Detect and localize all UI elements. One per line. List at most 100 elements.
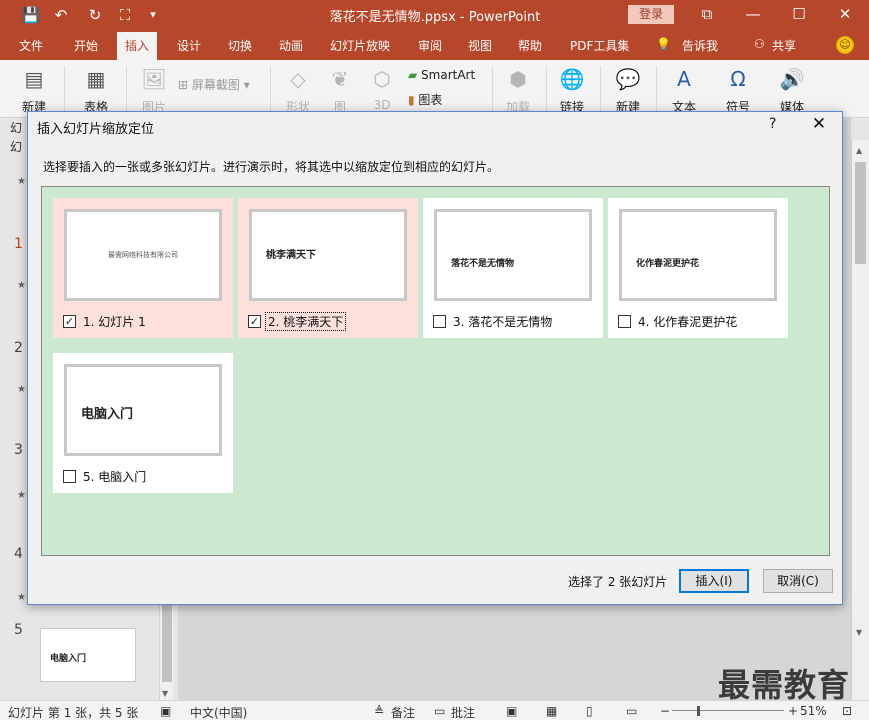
tab-transitions[interactable]: 切换: [228, 37, 252, 54]
tab-review[interactable]: 审阅: [418, 37, 442, 54]
ribbon-separator: [64, 66, 65, 114]
slide-card-1[interactable]: 最需网络科技有限公司 ✓ 1. 幻灯片 1: [53, 198, 233, 338]
save-icon[interactable]: 💾: [20, 5, 42, 25]
tab-view[interactable]: 视图: [468, 37, 492, 54]
table-button[interactable]: ▦ 表格: [76, 66, 116, 115]
scroll-down-icon[interactable]: ▼: [162, 689, 168, 698]
feedback-smiley-icon[interactable]: ☺: [836, 36, 854, 54]
slide-number-4[interactable]: 4: [14, 546, 23, 562]
chart-button[interactable]: ▮ 图表: [408, 91, 442, 108]
tab-file[interactable]: 文件: [19, 37, 43, 54]
present-icon[interactable]: ⛶: [114, 5, 136, 25]
close-window-button[interactable]: ✕: [830, 3, 860, 25]
3d-models-button[interactable]: ⬡ 3D: [362, 66, 402, 112]
tab-help[interactable]: 帮助: [518, 37, 542, 54]
slide-label: 1. 幻灯片 1: [83, 315, 146, 329]
ribbon-separator: [656, 66, 657, 114]
zoom-slider-thumb[interactable]: [697, 706, 700, 716]
media-button[interactable]: 🔊 媒体: [772, 66, 812, 115]
slide-number-5[interactable]: 5: [14, 622, 23, 638]
share-button[interactable]: 共享: [772, 37, 796, 54]
customize-icon[interactable]: ▾: [142, 5, 164, 25]
slide-preview-text: 电脑入门: [81, 407, 134, 422]
slide-preview-text: 落花不是无情物: [451, 259, 515, 269]
slide-checkbox[interactable]: [433, 315, 446, 328]
scroll-down-icon[interactable]: ▼: [856, 628, 862, 637]
zoom-out-icon[interactable]: −: [660, 704, 670, 718]
scrollbar-thumb[interactable]: [855, 162, 866, 264]
chart-label: 图表: [418, 93, 443, 107]
window-title: 落花不是无情物.ppsx - PowerPoint: [329, 10, 541, 25]
ribbon-separator: [600, 66, 601, 114]
language-indicator[interactable]: 中文(中国): [190, 704, 247, 720]
scroll-up-icon[interactable]: ▲: [856, 146, 862, 155]
table-icon: ▦: [86, 67, 106, 91]
symbols-button[interactable]: Ω 符号: [718, 66, 758, 115]
smartart-icon: ▰: [408, 68, 422, 82]
tab-pdf-tools[interactable]: PDF工具集: [570, 37, 629, 54]
tab-home[interactable]: 开始: [74, 37, 98, 54]
tab-insert[interactable]: 插入: [117, 32, 158, 60]
slide-checkbox[interactable]: [618, 315, 631, 328]
slide-checkbox[interactable]: ✓: [63, 315, 76, 328]
picture-icon: 🖼: [141, 67, 167, 91]
title-bar: 💾 ↶ ↻ ⛶ ▾ 落花不是无情物.ppsx - PowerPoint 登录 ⧉…: [0, 0, 869, 30]
help-button[interactable]: ?: [769, 116, 776, 132]
comments-button[interactable]: 批注: [451, 704, 475, 720]
links-button[interactable]: 🌐 链接: [552, 66, 592, 115]
tab-design[interactable]: 设计: [177, 37, 201, 54]
slide-card-2[interactable]: 桃李满天下 ✓ 2. 桃李满天下: [238, 198, 418, 338]
insert-button[interactable]: 插入(I): [679, 569, 749, 593]
fit-to-window-icon[interactable]: ⊡: [842, 704, 852, 718]
slide-thumbnail-5[interactable]: 电脑入门: [40, 628, 136, 682]
picture-button[interactable]: 🖼 图片: [134, 66, 174, 115]
text-button[interactable]: A 文本: [664, 66, 704, 115]
cancel-button[interactable]: 取消(C): [763, 569, 833, 593]
addins-button[interactable]: ⬢ 加载: [498, 66, 538, 115]
shapes-button[interactable]: ◇ 形状: [278, 66, 318, 115]
tell-me-search[interactable]: 告诉我: [682, 37, 718, 54]
new-slide-button[interactable]: ▤ 新建: [14, 66, 54, 115]
pane-label: 幻: [10, 121, 23, 135]
status-bar: 幻灯片 第 1 张，共 5 张 ▣ 中文(中国) ≜ 备注 ▭ 批注 ▣ ▦ ▯…: [0, 700, 869, 720]
slide-card-3[interactable]: 落花不是无情物 3. 落花不是无情物: [423, 198, 603, 338]
slide-number-2[interactable]: 2: [14, 340, 23, 356]
redo-icon[interactable]: ↻: [84, 5, 106, 25]
main-scrollbar[interactable]: ▲ ▼: [851, 140, 869, 700]
slide-card-5[interactable]: 电脑入门 5. 电脑入门: [53, 353, 233, 493]
icons-icon: ❦: [331, 67, 349, 91]
slide-number-1[interactable]: 1: [14, 236, 23, 252]
dialog-title: 插入幻灯片缩放定位: [37, 122, 155, 137]
slide-checkbox[interactable]: [63, 470, 76, 483]
slideshow-view-icon[interactable]: ▭: [626, 704, 637, 718]
reading-view-icon[interactable]: ▯: [586, 704, 593, 718]
slide-card-4[interactable]: 化作春泥更护花 4. 化作春泥更护花: [608, 198, 788, 338]
undo-icon[interactable]: ↶: [50, 5, 72, 25]
maximize-button[interactable]: ☐: [784, 3, 814, 25]
slide-preview: 电脑入门: [64, 364, 222, 456]
slide-number-3[interactable]: 3: [14, 442, 23, 458]
tab-animations[interactable]: 动画: [279, 37, 303, 54]
login-button[interactable]: 登录: [628, 5, 674, 24]
spellcheck-icon[interactable]: ▣: [160, 704, 171, 718]
zoom-in-icon[interactable]: +: [788, 704, 798, 718]
ribbon-display-icon[interactable]: ⧉: [692, 3, 722, 25]
smartart-button[interactable]: ▰ SmartArt: [408, 68, 475, 82]
notes-button[interactable]: 备注: [391, 704, 415, 720]
pane-label: 幻: [10, 140, 23, 154]
normal-view-icon[interactable]: ▣: [506, 704, 517, 718]
dialog-close-button[interactable]: ✕: [809, 114, 829, 134]
slide-sorter-icon[interactable]: ▦: [546, 704, 557, 718]
icons-button[interactable]: ❦ 图: [320, 66, 360, 115]
new-comment-button[interactable]: 💬 新建: [608, 66, 648, 115]
slide-preview: 最需网络科技有限公司: [64, 209, 222, 301]
tab-slideshow[interactable]: 幻灯片放映: [330, 37, 390, 54]
3d-models-label: 3D: [373, 98, 391, 112]
zoom-level[interactable]: 51%: [800, 704, 827, 718]
slide-checkbox[interactable]: ✓: [248, 315, 261, 328]
screenshot-label: 屏幕截图: [191, 78, 240, 92]
minimize-button[interactable]: —: [738, 3, 768, 25]
ribbon-separator: [492, 66, 493, 114]
zoom-slider[interactable]: [672, 710, 784, 711]
screenshot-button[interactable]: ⊞ 屏幕截图 ▾: [178, 76, 250, 93]
